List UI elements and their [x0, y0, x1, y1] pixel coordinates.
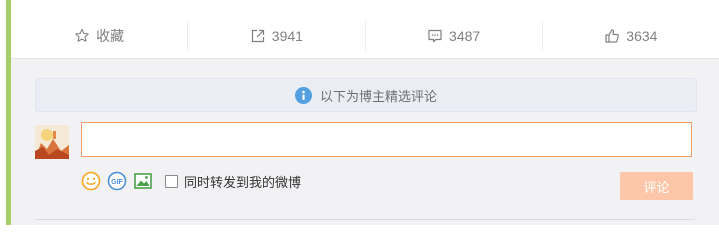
sync-checkbox[interactable] [165, 174, 178, 188]
gif-icon[interactable]: GIF [107, 171, 127, 191]
svg-text:GIF: GIF [111, 179, 123, 186]
comment-tools: GIF 同时转发到我的微博 [81, 170, 301, 192]
sync-label: 同时转发到我的微博 [184, 174, 302, 190]
comment-area: 以下为博主精选评论 GIF 同时转发到我的微博 评论 [11, 59, 719, 225]
divider [35, 219, 695, 220]
emoji-icon[interactable] [81, 171, 101, 191]
submit-comment-button[interactable]: 评论 [620, 172, 693, 200]
thumbs-up-icon [604, 28, 620, 44]
star-outline-icon [74, 28, 90, 44]
repost-count: 3941 [271, 28, 303, 44]
action-bar: 收藏 3941 3487 3634 [11, 14, 719, 58]
comment-count: 3487 [449, 28, 481, 44]
repost-button[interactable]: 3941 [188, 21, 366, 51]
comment-button[interactable]: 3487 [366, 21, 543, 51]
like-button[interactable]: 3634 [543, 21, 719, 51]
notice-text: 以下为博主精选评论 [319, 88, 437, 104]
like-count: 3634 [626, 28, 658, 44]
featured-comments-notice: 以下为博主精选评论 [35, 78, 697, 112]
comment-icon [427, 28, 443, 44]
favorite-button[interactable]: 收藏 [11, 21, 189, 51]
info-icon [294, 86, 312, 104]
comment-input[interactable] [81, 122, 692, 157]
share-icon [250, 28, 266, 44]
post-card: 收藏 3941 3487 3634 以下为博主精选评论 GIF 同时转发到我的微… [11, 0, 719, 225]
image-icon[interactable] [133, 171, 153, 191]
avatar[interactable] [35, 125, 69, 159]
favorite-label: 收藏 [96, 28, 125, 44]
